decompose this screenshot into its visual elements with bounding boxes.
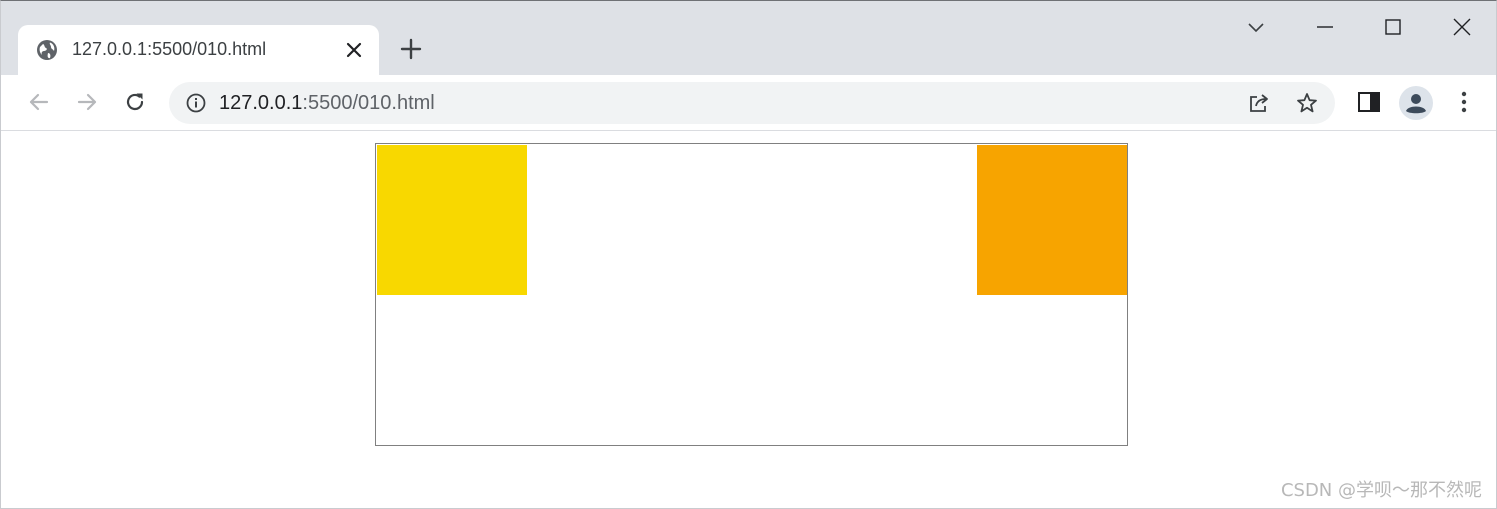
maximize-icon[interactable] xyxy=(1381,15,1405,39)
close-icon[interactable] xyxy=(1450,15,1474,39)
url-text: 127.0.0.1:5500/010.html xyxy=(219,92,435,115)
star-icon[interactable] xyxy=(1295,91,1319,115)
tab-active[interactable]: 127.0.0.1:5500/010.html xyxy=(18,25,379,75)
address-bar[interactable]: 127.0.0.1:5500/010.html xyxy=(169,82,1335,124)
tab-strip: 127.0.0.1:5500/010.html xyxy=(1,1,1496,75)
share-icon[interactable] xyxy=(1247,91,1271,115)
url-host: 127.0.0.1 xyxy=(219,92,303,114)
tab-title: 127.0.0.1:5500/010.html xyxy=(72,39,267,59)
plus-icon[interactable] xyxy=(399,37,423,61)
kebab-menu-icon[interactable] xyxy=(1451,89,1477,115)
toolbar: 127.0.0.1:5500/010.html xyxy=(1,75,1496,131)
minimize-icon[interactable] xyxy=(1313,15,1337,39)
url-path: :5500/010.html xyxy=(302,92,435,114)
side-panel-icon[interactable] xyxy=(1356,89,1382,115)
info-icon[interactable] xyxy=(185,92,207,114)
reload-icon[interactable] xyxy=(122,89,148,115)
watermark: CSDN @学呗～那不然呢 xyxy=(1280,480,1482,501)
left-box xyxy=(377,145,527,295)
container-box xyxy=(375,143,1128,446)
globe-icon xyxy=(36,39,58,61)
avatar-icon[interactable] xyxy=(1399,86,1433,120)
close-icon[interactable] xyxy=(343,39,365,61)
arrow-right-icon[interactable] xyxy=(74,89,100,115)
chevron-down-icon[interactable] xyxy=(1244,15,1268,39)
arrow-left-icon[interactable] xyxy=(26,89,52,115)
right-box xyxy=(977,145,1127,295)
browser-window: 127.0.0.1:5500/010.html 127.0.0.1:5500/0… xyxy=(0,0,1497,509)
page-viewport: CSDN @学呗～那不然呢 xyxy=(1,132,1496,508)
